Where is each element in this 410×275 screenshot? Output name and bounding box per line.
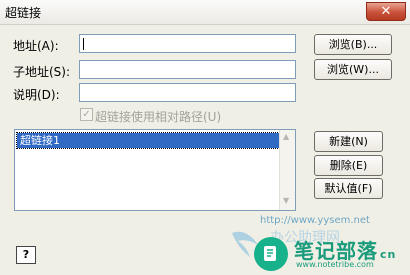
relative-path-label: 超链接使用相对路径(U): [95, 110, 222, 124]
browse-subaddress-button[interactable]: 浏览(W)...: [314, 59, 392, 80]
watermark-url: http://www.yysem.net: [260, 215, 370, 226]
close-button[interactable]: ✕: [366, 2, 406, 21]
address-input[interactable]: [79, 34, 296, 53]
close-icon: ✕: [380, 4, 392, 19]
default-button[interactable]: 默认值(F): [314, 178, 383, 199]
watermark-title: 笔记部落 cn: [294, 235, 396, 264]
bird-logo-icon: [232, 231, 258, 257]
watermark: http://www.yysem.net 办公助理网 笔记部落 cn www.no…: [230, 215, 410, 275]
notebook-logo-icon: [254, 237, 288, 271]
subaddress-input[interactable]: [79, 60, 296, 79]
help-icon: ?: [22, 248, 30, 261]
description-label: 说明(D):: [13, 88, 60, 102]
scroll-down-icon[interactable]: ▼: [283, 196, 289, 205]
delete-button[interactable]: 删除(E): [314, 155, 383, 176]
browse-address-button[interactable]: 浏览(B)...: [314, 34, 392, 55]
list-item[interactable]: 超链接1: [16, 132, 280, 149]
watermark-faint-text: 办公助理网: [270, 230, 340, 246]
watermark-title-text: 笔记部落: [294, 239, 378, 263]
title-bar[interactable]: 超链接 ✕: [0, 0, 410, 25]
relative-path-checkbox[interactable]: ✓: [80, 108, 93, 121]
description-input[interactable]: [79, 83, 296, 102]
text-caret: [83, 38, 84, 50]
scroll-up-icon[interactable]: ▲: [283, 132, 289, 141]
hyperlink-dialog: 超链接 ✕ 地址(A): 浏览(B)... 子地址(S): 浏览(W)... 说…: [0, 0, 410, 275]
watermark-subtitle: www.notetribe.com: [296, 260, 374, 269]
hyperlink-list[interactable]: 超链接1 ▲ ▼: [14, 129, 296, 211]
new-button[interactable]: 新建(N): [314, 131, 383, 152]
address-label: 地址(A):: [13, 39, 59, 53]
subaddress-label: 子地址(S):: [13, 65, 71, 79]
watermark-suffix: cn: [380, 248, 397, 261]
help-button[interactable]: ?: [16, 246, 36, 264]
list-scrollbar[interactable]: ▲ ▼: [279, 130, 295, 210]
dialog-title: 超链接: [5, 6, 42, 20]
